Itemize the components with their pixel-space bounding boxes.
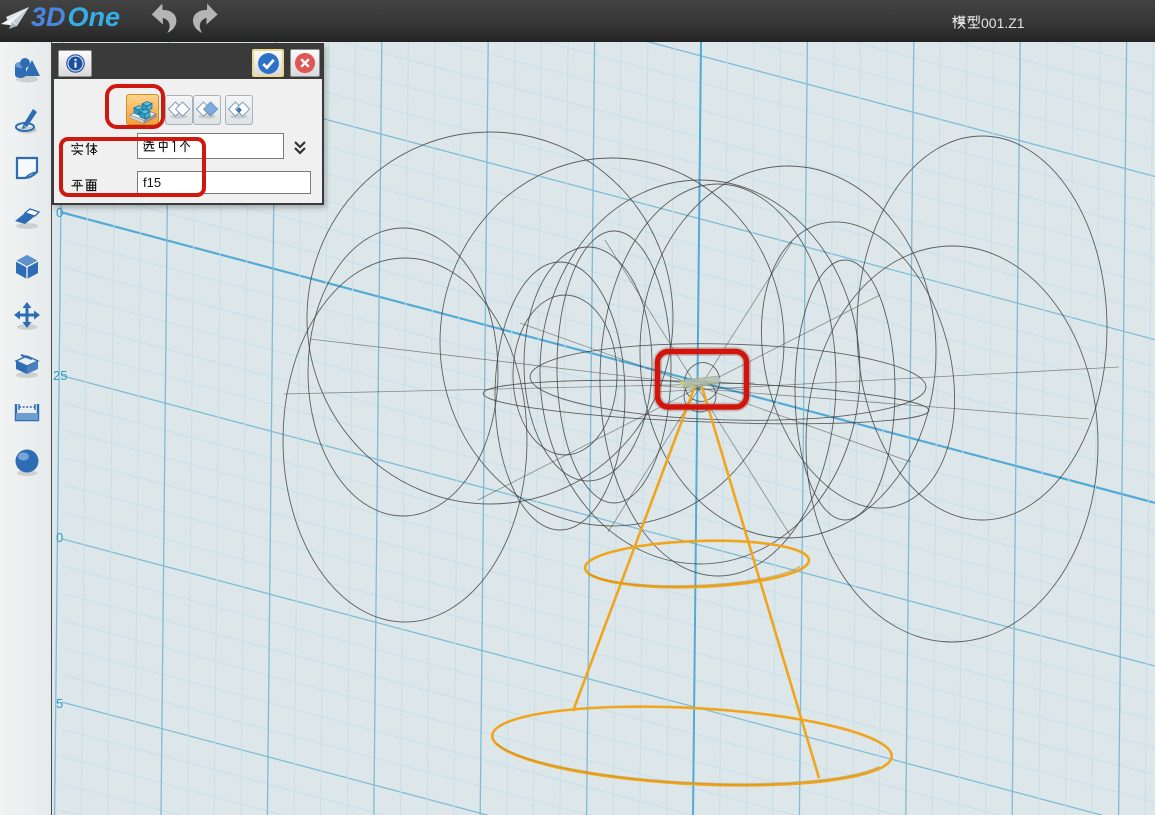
svg-text:25: 25 <box>53 368 67 383</box>
svg-text:0: 0 <box>56 205 63 220</box>
svg-text:0: 0 <box>56 530 63 545</box>
svg-text:001.Z1: 001.Z1 <box>981 15 1025 31</box>
svg-text:5: 5 <box>56 696 63 711</box>
